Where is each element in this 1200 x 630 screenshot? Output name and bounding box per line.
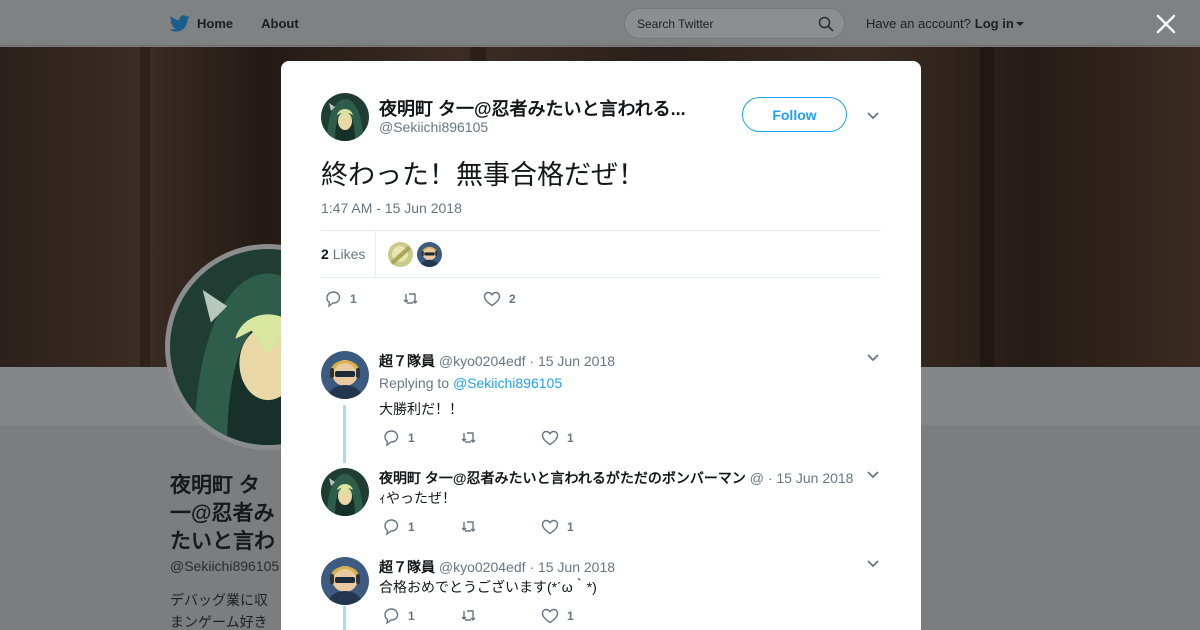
like-action[interactable]: 1 bbox=[541, 429, 574, 447]
reply-count: 1 bbox=[408, 609, 415, 623]
heart-icon bbox=[541, 430, 559, 446]
likes-divider bbox=[375, 231, 376, 278]
tweet-timestamp[interactable]: 1:47 AM - 15 Jun 2018 bbox=[321, 200, 462, 216]
reply-avatar[interactable] bbox=[321, 557, 369, 605]
heart-icon bbox=[541, 608, 559, 624]
reply-author-name[interactable]: 超７隊員 bbox=[379, 559, 435, 575]
like-action[interactable]: 1 bbox=[541, 518, 574, 536]
like-count: 1 bbox=[567, 609, 574, 623]
profile-handle: @Sekiichi896105 bbox=[170, 558, 280, 574]
retweet-action[interactable] bbox=[460, 429, 541, 447]
likes-row: 2 Likes bbox=[321, 230, 881, 278]
reply-actions: 1 1 bbox=[382, 607, 574, 625]
chevron-down-icon[interactable] bbox=[866, 559, 880, 569]
search-icon[interactable] bbox=[818, 16, 834, 32]
banner-shade bbox=[140, 47, 150, 367]
retweet-icon bbox=[461, 521, 476, 532]
top-nav-bar: Home About Have an account? Log in bbox=[0, 0, 1200, 46]
retweet-icon bbox=[461, 432, 476, 443]
retweet-action[interactable] bbox=[402, 290, 483, 308]
reply-count: 1 bbox=[408, 520, 415, 534]
like-count: 2 bbox=[509, 292, 516, 306]
reply-author-handle[interactable]: @kyo0204edf bbox=[439, 559, 526, 575]
banner-shade bbox=[980, 47, 994, 367]
reply-author-name[interactable]: 夜明町 タ一@忍者みたいと言われるがただのボンバーマン bbox=[379, 470, 746, 486]
nav-home[interactable]: Home bbox=[170, 14, 234, 32]
reply-text: 合格おめでとうございます(*´ω｀*) bbox=[379, 579, 597, 595]
tweet-actions: 1 2 bbox=[324, 290, 516, 308]
reply-author-handle[interactable]: @kyo0204edf bbox=[439, 353, 526, 369]
reply-header: 超７隊員 @kyo0204edf · 15 Jun 2018 bbox=[379, 351, 615, 371]
search-input[interactable] bbox=[637, 17, 807, 31]
retweet-icon bbox=[403, 293, 418, 304]
reply-icon bbox=[384, 430, 399, 447]
close-icon[interactable] bbox=[1155, 13, 1177, 35]
likes-label: Likes bbox=[332, 246, 366, 262]
follow-button[interactable]: Follow bbox=[742, 97, 847, 132]
like-count: 1 bbox=[567, 520, 574, 534]
retweet-action[interactable] bbox=[460, 518, 541, 536]
chevron-down-icon[interactable] bbox=[866, 353, 880, 363]
have-account-text: Have an account? bbox=[866, 16, 971, 31]
replying-to: Replying to @Sekiichi896105 bbox=[379, 375, 562, 391]
reply-action[interactable]: 1 bbox=[382, 607, 460, 625]
nav-about[interactable]: About bbox=[261, 16, 299, 31]
author-handle[interactable]: @Sekiichi896105 bbox=[379, 119, 488, 135]
search-box bbox=[624, 8, 845, 39]
reply-icon bbox=[384, 519, 399, 536]
nav-about-label: About bbox=[261, 15, 299, 31]
account-menu: Have an account? Log in bbox=[866, 16, 1024, 31]
reply-text: ｨやったぜ！ bbox=[379, 490, 456, 506]
reply-count: 1 bbox=[408, 431, 415, 445]
author-name[interactable]: 夜明町 タ一@忍者みたいと言われる... bbox=[379, 95, 686, 121]
heart-icon bbox=[483, 291, 501, 307]
login-link[interactable]: Log in bbox=[975, 16, 1014, 31]
liker-avatar[interactable] bbox=[417, 242, 442, 267]
chevron-down-icon[interactable] bbox=[866, 111, 880, 121]
reply-author-name[interactable]: 超７隊員 bbox=[379, 353, 435, 369]
reply-date[interactable]: · 15 Jun 2018 bbox=[768, 470, 854, 486]
reply-tweet: 超７隊員 @kyo0204edf · 15 Jun 2018 Replying … bbox=[321, 351, 881, 451]
reply-tweet: 夜明町 タ一@忍者みたいと言われるがただのボンバーマン @ · 15 Jun 2… bbox=[321, 468, 881, 548]
reply-icon bbox=[384, 608, 399, 625]
nav-left: Home About bbox=[170, 0, 327, 46]
nav-home-label: Home bbox=[197, 15, 234, 31]
reply-action[interactable]: 1 bbox=[382, 518, 460, 536]
reply-header: 夜明町 タ一@忍者みたいと言われるがただのボンバーマン @ · 15 Jun 2… bbox=[379, 468, 853, 488]
replying-to-link[interactable]: @Sekiichi896105 bbox=[453, 375, 562, 391]
retweet-icon bbox=[461, 610, 476, 621]
liker-avatar[interactable] bbox=[388, 242, 413, 267]
reply-date[interactable]: · 15 Jun 2018 bbox=[529, 559, 615, 575]
like-action[interactable]: 2 bbox=[483, 290, 516, 308]
caret-down-icon[interactable] bbox=[1015, 21, 1024, 26]
author-avatar[interactable] bbox=[321, 93, 369, 141]
tweet-modal: 夜明町 タ一@忍者みたいと言われる... @Sekiichi896105 Fol… bbox=[281, 61, 921, 630]
reply-avatar[interactable] bbox=[321, 351, 369, 399]
like-count: 1 bbox=[567, 431, 574, 445]
likes-summary[interactable]: 2 Likes bbox=[321, 246, 365, 262]
retweet-action[interactable] bbox=[460, 607, 541, 625]
tweet-text: 終わった！無事合格だぜ！ bbox=[321, 160, 645, 190]
reply-avatar[interactable] bbox=[321, 468, 369, 516]
reply-action[interactable]: 1 bbox=[382, 429, 460, 447]
reply-tweet: 超７隊員 @kyo0204edf · 15 Jun 2018 合格おめでとうござ… bbox=[321, 557, 881, 630]
reply-text: 大勝利だ！！ bbox=[379, 401, 463, 417]
profile-name: 夜明町 タ一@忍者みたいと言われるがただのボンバーマン bbox=[170, 474, 275, 553]
reply-icon bbox=[326, 291, 341, 308]
like-action[interactable]: 1 bbox=[541, 607, 574, 625]
reply-actions: 1 1 bbox=[382, 429, 574, 447]
chevron-down-icon[interactable] bbox=[866, 470, 880, 480]
heart-icon bbox=[541, 519, 559, 535]
twitter-bird-icon bbox=[170, 14, 190, 31]
reply-date[interactable]: · 15 Jun 2018 bbox=[529, 353, 615, 369]
reply-count: 1 bbox=[350, 292, 357, 306]
reply-action[interactable]: 1 bbox=[324, 290, 402, 308]
reply-author-handle[interactable]: @ bbox=[750, 470, 764, 486]
replying-to-label: Replying to bbox=[379, 375, 450, 391]
profile-bio: デバッグ業に収まンゲーム好きの人 bbox=[170, 592, 268, 630]
reply-actions: 1 1 bbox=[382, 518, 574, 536]
reply-header: 超７隊員 @kyo0204edf · 15 Jun 2018 bbox=[379, 557, 615, 577]
likes-count: 2 bbox=[321, 246, 329, 262]
